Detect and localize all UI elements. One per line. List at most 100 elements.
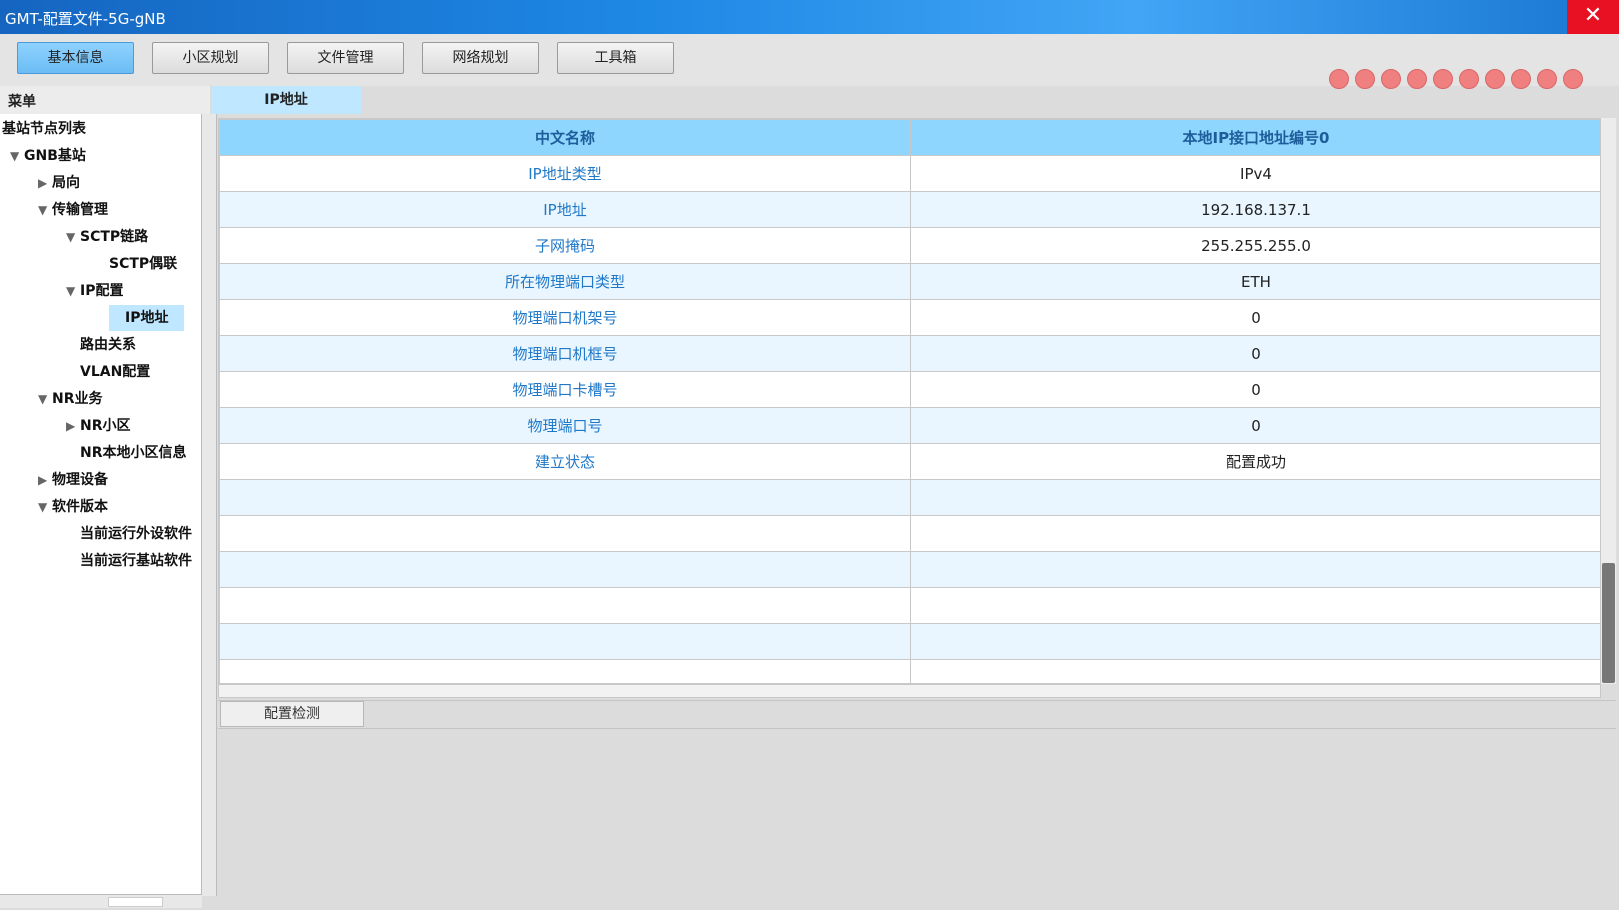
expanded-arrow-icon[interactable]: ▼ (66, 278, 80, 304)
tree-item[interactable]: 路由关系 (80, 332, 136, 358)
empty-cell (910, 479, 1600, 516)
field-name-cell: IP地址 (219, 191, 911, 228)
tree-item-label: IP配置 (80, 283, 124, 299)
tree-item-label: NR业务 (52, 391, 103, 407)
empty-table-row (219, 623, 1600, 660)
status-dot (1329, 69, 1349, 89)
field-value-cell[interactable]: 0 (910, 371, 1600, 408)
data-grid: 中文名称 本地IP接口地址编号0 IP地址类型 IPv4 IP地址 192.168.1… (218, 118, 1601, 684)
tree-item[interactable]: ▼ 传输管理 (38, 197, 108, 223)
tree-item[interactable]: 当前运行基站软件 (80, 548, 192, 574)
tree-item[interactable]: IP地址 (109, 305, 185, 331)
field-name-cell: 子网掩码 (219, 227, 911, 264)
empty-cell (219, 479, 911, 516)
field-name-cell: IP地址类型 (219, 155, 911, 192)
column-header-value[interactable]: 本地IP接口地址编号0 (910, 119, 1600, 156)
collapsed-arrow-icon[interactable]: ▶ (38, 170, 52, 196)
tree-item[interactable]: VLAN配置 (80, 359, 150, 385)
tree-item[interactable]: ▶ 物理设备 (38, 467, 108, 493)
field-name-cell: 建立状态 (219, 443, 911, 480)
tree-item[interactable]: SCTP偶联 (109, 251, 177, 277)
tree-item[interactable]: ▼ GNB基站 (10, 143, 86, 169)
collapsed-arrow-icon[interactable]: ▶ (38, 467, 52, 493)
tree-item[interactable]: 当前运行外设软件 (80, 521, 192, 547)
expanded-arrow-icon[interactable]: ▼ (10, 143, 24, 169)
field-name-cell: 物理端口机架号 (219, 299, 911, 336)
table-row[interactable]: 物理端口机框号 0 (219, 335, 1600, 372)
expanded-arrow-icon[interactable]: ▼ (38, 494, 52, 520)
empty-table-row (219, 587, 1600, 624)
tree-item-label: 物理设备 (52, 472, 108, 488)
status-dot (1537, 69, 1557, 89)
field-value-cell[interactable]: 0 (910, 335, 1600, 372)
tree-item-label: SCTP链路 (80, 229, 149, 245)
sidebar-vertical-scrollbar[interactable] (202, 114, 217, 896)
column-header-name[interactable]: 中文名称 (219, 119, 911, 156)
field-value-cell[interactable]: 192.168.137.1 (910, 191, 1600, 228)
table-row[interactable]: IP地址类型 IPv4 (219, 155, 1600, 192)
status-dot (1355, 69, 1375, 89)
field-value-cell[interactable]: IPv4 (910, 155, 1600, 192)
empty-cell (910, 587, 1600, 624)
expanded-arrow-icon[interactable]: ▼ (38, 197, 52, 223)
toolbar: 基本信息 小区规划 文件管理 网络规划 工具箱 (0, 34, 1619, 89)
expanded-arrow-icon[interactable]: ▼ (38, 386, 52, 412)
empty-cell (910, 551, 1600, 588)
tree-item-label: SCTP偶联 (109, 256, 178, 272)
empty-table-row (219, 659, 1600, 683)
grid-vertical-scrollbar[interactable] (1601, 118, 1616, 684)
tree-item-label: 局向 (52, 175, 80, 191)
table-row[interactable]: 所在物理端口类型 ETH (219, 263, 1600, 300)
table-row[interactable]: 物理端口号 0 (219, 407, 1600, 444)
tree-item[interactable]: ▼ NR业务 (38, 386, 103, 412)
empty-cell (219, 623, 911, 660)
empty-cell (910, 623, 1600, 660)
table-row[interactable]: 建立状态 配置成功 (219, 443, 1600, 480)
status-dot (1433, 69, 1453, 89)
tab-ip-address[interactable]: IP地址 (211, 86, 361, 114)
basic-info-button[interactable]: 基本信息 (17, 42, 134, 74)
field-value-cell[interactable]: 255.255.255.0 (910, 227, 1600, 264)
field-value-cell[interactable]: 配置成功 (910, 443, 1600, 480)
close-icon[interactable]: ✕ (1567, 0, 1619, 34)
empty-cell (219, 587, 911, 624)
table-row[interactable]: 物理端口卡槽号 0 (219, 371, 1600, 408)
table-row[interactable]: IP地址 192.168.137.1 (219, 191, 1600, 228)
tree-item-label: 传输管理 (52, 202, 108, 218)
tree-item[interactable]: NR本地小区信息 (80, 440, 187, 466)
collapsed-arrow-icon[interactable]: ▶ (66, 413, 80, 439)
tree-item-label: 路由关系 (80, 337, 136, 353)
sidebar-horizontal-scrollbar[interactable] (0, 894, 202, 908)
table-row[interactable]: 子网掩码 255.255.255.0 (219, 227, 1600, 264)
field-value-cell[interactable]: 0 (910, 299, 1600, 336)
tree-item[interactable]: ▼ SCTP链路 (66, 224, 148, 250)
scroll-thumb[interactable] (1602, 563, 1615, 683)
title-bar: GMT-配置文件-5G-gNB ✕ (0, 0, 1619, 34)
config-check-tab[interactable]: 配置检测 (220, 701, 364, 727)
grid-horizontal-scrollbar[interactable] (218, 684, 1601, 698)
field-value-cell[interactable]: ETH (910, 263, 1600, 300)
empty-cell (219, 551, 911, 588)
expanded-arrow-icon[interactable]: ▼ (66, 224, 80, 250)
tree-item[interactable]: ▼ 软件版本 (38, 494, 108, 520)
scroll-thumb[interactable] (108, 897, 163, 907)
status-dot (1407, 69, 1427, 89)
network-planning-button[interactable]: 网络规划 (422, 42, 539, 74)
field-name-cell: 物理端口卡槽号 (219, 371, 911, 408)
table-row[interactable]: 物理端口机架号 0 (219, 299, 1600, 336)
field-name-cell: 物理端口机框号 (219, 335, 911, 372)
toolbox-button[interactable]: 工具箱 (557, 42, 674, 74)
tree-item[interactable]: ▼ IP配置 (66, 278, 123, 304)
status-dot (1459, 69, 1479, 89)
tree-item[interactable]: 基站节点列表 (2, 116, 86, 142)
tree-item-label: NR本地小区信息 (80, 445, 187, 461)
cell-planning-button[interactable]: 小区规划 (152, 42, 269, 74)
field-value-cell[interactable]: 0 (910, 407, 1600, 444)
tree-item-label: IP地址 (125, 310, 169, 326)
tree-item[interactable]: ▶ 局向 (38, 170, 80, 196)
status-indicators (1329, 69, 1583, 89)
tree-item-label: NR小区 (80, 418, 131, 434)
tree-item[interactable]: ▶ NR小区 (66, 413, 131, 439)
tree-item-label: 基站节点列表 (2, 121, 86, 137)
file-management-button[interactable]: 文件管理 (287, 42, 404, 74)
